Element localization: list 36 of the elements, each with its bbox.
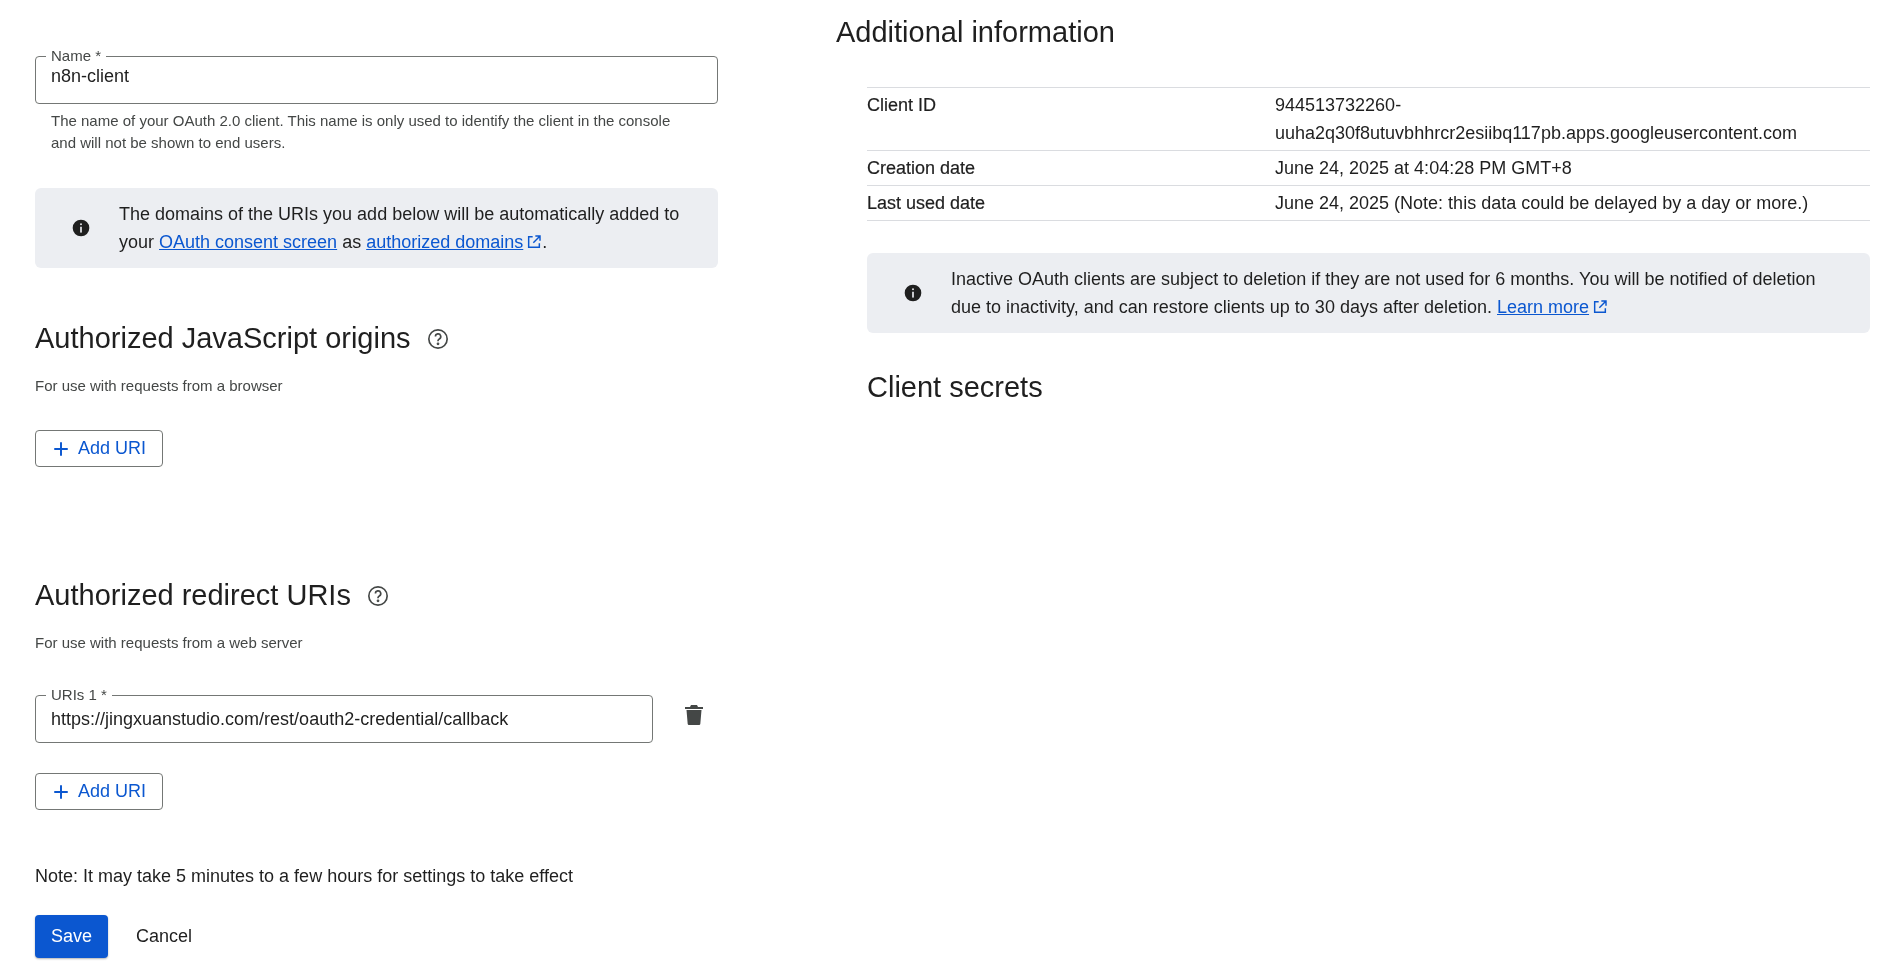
- plus-icon: [52, 782, 70, 801]
- help-icon[interactable]: [366, 584, 389, 607]
- name-field[interactable]: Name * n8n-client: [35, 48, 718, 104]
- external-link-icon: [1592, 299, 1609, 315]
- section-description: For use with requests from a web server: [35, 634, 304, 651]
- link[interactable]: authorized domains: [366, 228, 543, 256]
- row-label: Last used date: [867, 186, 1275, 221]
- cancel-button[interactable]: Cancel: [120, 915, 209, 958]
- external-link-icon: [526, 234, 543, 250]
- uri-field[interactable]: URIs 1 * https://jingxuanstudio.com/rest/oauth2-credential/callback: [35, 687, 653, 743]
- row-label: Client ID: [867, 88, 1275, 151]
- row-label: Creation date: [867, 151, 1275, 186]
- link[interactable]: Learn more: [1497, 293, 1609, 321]
- add-uri-button[interactable]: Add URI: [35, 773, 164, 810]
- section-description: For use with requests from a browser: [35, 377, 284, 394]
- uri-input[interactable]: https://jingxuanstudio.com/rest/oauth2-credential/callback: [51, 706, 637, 731]
- info-icon: [903, 283, 923, 303]
- row-value: June 24, 2025 at 4:04:28 PM GMT+8: [1275, 151, 1870, 186]
- save-button[interactable]: Save: [35, 915, 109, 958]
- link[interactable]: OAuth consent screen: [159, 228, 338, 256]
- delete-icon[interactable]: [685, 705, 703, 725]
- name-input[interactable]: n8n-client: [51, 64, 702, 88]
- section-heading: Authorized redirect URIs: [35, 579, 351, 612]
- note-text: Note: It may take 5 minutes to a few hours for settings to take effect: [35, 866, 574, 887]
- section-title: Additional information: [836, 16, 1116, 50]
- helper-text: The name of your OAuth 2.0 client. This name is only used to identify the client in the console and will not be shown to end users.: [50, 111, 672, 153]
- row-value: June 24, 2025 (Note: this data could be delayed by a day or more.): [1275, 186, 1870, 221]
- section-title: Client secrets: [867, 371, 1044, 404]
- section-heading: Authorized JavaScript origins: [35, 322, 411, 355]
- notice-text: The domains of the URIs you add below will be automatically added to your OAuth consent screen as authorized domains .: [119, 200, 698, 256]
- plus-icon: [52, 439, 70, 458]
- info-icon: [71, 218, 91, 238]
- help-icon[interactable]: [426, 327, 449, 350]
- row-value: 944513732260- uuha2q30f8utuvbhhrcr2esiibq117pb.apps.googleusercontent.com: [1275, 88, 1870, 151]
- notice-text: Inactive OAuth clients are subject to deletion if they are not used for 6 months. You will be notified of deletion due to inactivity, and can restore clients up to 30 days after deletion. Learn more: [951, 265, 1850, 321]
- add-uri-button[interactable]: Add URI: [35, 430, 164, 467]
